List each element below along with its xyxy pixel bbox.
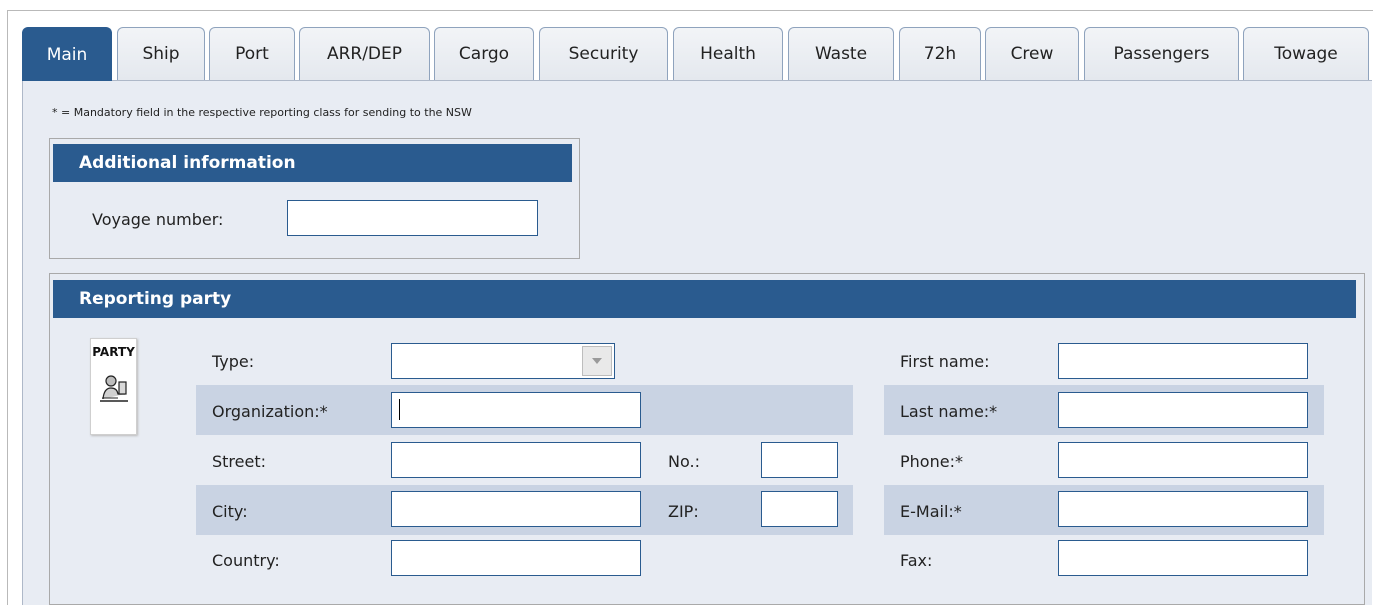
chevron-down-icon	[592, 358, 602, 364]
first-name-input[interactable]	[1058, 343, 1308, 379]
house-number-input[interactable]	[761, 442, 838, 478]
voyage-number-input[interactable]	[287, 200, 538, 236]
city-input[interactable]	[391, 491, 641, 527]
phone-label: Phone:*	[900, 452, 963, 471]
organization-label: Organization:*	[212, 402, 328, 421]
additional-info-header: Additional information	[53, 144, 572, 182]
organization-input[interactable]	[391, 392, 641, 428]
tab-72h[interactable]: 72h	[899, 27, 981, 80]
party-card: PARTY	[90, 338, 137, 435]
last-name-input[interactable]	[1058, 392, 1308, 428]
tab-waste[interactable]: Waste	[788, 27, 894, 80]
fax-label: Fax:	[900, 551, 933, 570]
tab-health[interactable]: Health	[673, 27, 783, 80]
party-person-icon	[100, 375, 128, 402]
email-input[interactable]	[1058, 491, 1308, 527]
house-number-label: No.:	[668, 452, 700, 471]
country-input[interactable]	[391, 540, 641, 576]
zip-label: ZIP:	[668, 502, 699, 521]
tab-ship[interactable]: Ship	[117, 27, 205, 80]
text-cursor	[399, 399, 400, 420]
phone-input[interactable]	[1058, 442, 1308, 478]
fax-input[interactable]	[1058, 540, 1308, 576]
party-icon-label: PARTY	[92, 345, 135, 359]
country-label: Country:	[212, 551, 280, 570]
tab-main[interactable]: Main	[22, 27, 112, 81]
type-select[interactable]	[391, 343, 615, 379]
type-label: Type:	[212, 352, 255, 371]
tab-cargo[interactable]: Cargo	[434, 27, 534, 80]
voyage-number-label: Voyage number:	[92, 210, 224, 229]
tab-passengers[interactable]: Passengers	[1084, 27, 1239, 80]
email-label: E-Mail:*	[900, 502, 962, 521]
mandatory-note: * = Mandatory field in the respective re…	[52, 106, 472, 119]
tab-arr-dep[interactable]: ARR/DEP	[299, 27, 430, 80]
tab-security[interactable]: Security	[539, 27, 668, 80]
zip-input[interactable]	[761, 491, 838, 527]
tab-port[interactable]: Port	[209, 27, 295, 80]
street-label: Street:	[212, 452, 267, 471]
tab-towage[interactable]: Towage	[1243, 27, 1369, 80]
type-dropdown-button[interactable]	[582, 346, 612, 376]
street-input[interactable]	[391, 442, 641, 478]
last-name-label: Last name:*	[900, 402, 998, 421]
city-label: City:	[212, 502, 248, 521]
tab-crew[interactable]: Crew	[985, 27, 1079, 80]
first-name-label: First name:	[900, 352, 990, 371]
reporting-party-header: Reporting party	[53, 280, 1356, 318]
